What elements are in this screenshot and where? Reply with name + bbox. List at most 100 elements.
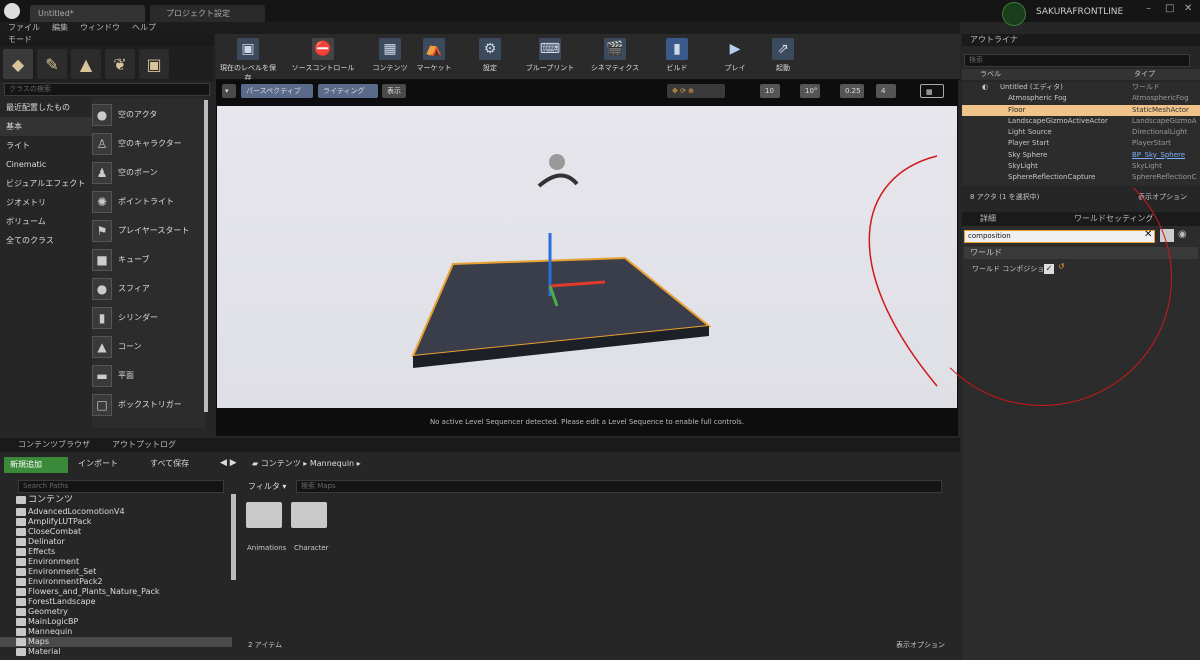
minimize-button[interactable]: –: [1146, 3, 1151, 14]
menu-edit[interactable]: 編集: [52, 22, 68, 34]
category-cinematic[interactable]: Cinematic: [0, 155, 92, 174]
class-search-input[interactable]: クラスの検索: [4, 83, 210, 96]
build-button[interactable]: ▮ ビルド: [662, 36, 692, 78]
tree-folder[interactable]: EnvironmentPack2: [0, 577, 232, 587]
save-level-button[interactable]: ▣ 現在のレベルを保存: [220, 36, 276, 82]
tree-folder[interactable]: CloseCombat: [0, 527, 232, 537]
tree-folder[interactable]: ForestLandscape: [0, 597, 232, 607]
perspective-button[interactable]: パースペクティブ: [241, 84, 313, 98]
breadcrumb-content[interactable]: コンテンツ: [261, 459, 301, 468]
category-volumes[interactable]: ボリューム: [0, 212, 92, 231]
landscape-mode-icon[interactable]: ▲: [71, 49, 101, 79]
paint-mode-icon[interactable]: ✎: [37, 49, 67, 79]
search-paths-input[interactable]: Search Paths: [18, 480, 224, 493]
angle-snap-value[interactable]: 10°: [800, 84, 820, 98]
place-scrollbar[interactable]: [204, 100, 208, 412]
place-item[interactable]: ♙ 空のキャラクター: [92, 129, 204, 158]
lighting-button[interactable]: ライティング: [318, 84, 378, 98]
category-basic[interactable]: 基本: [0, 117, 92, 136]
menu-help[interactable]: ヘルプ: [132, 22, 156, 34]
tree-folder-selected[interactable]: Maps: [0, 637, 232, 647]
category-geometry[interactable]: ジオメトリ: [0, 193, 92, 212]
camera-speed-value[interactable]: 4: [876, 84, 896, 98]
marketplace-button[interactable]: ⛺ マーケット: [414, 36, 454, 78]
nav-arrows[interactable]: ◀ ▶: [220, 458, 237, 468]
tab-content-browser[interactable]: コンテンツブラウザ: [18, 438, 90, 452]
outliner-row[interactable]: Atmospheric Fog AtmosphericFog: [962, 93, 1200, 104]
tab-output-log[interactable]: アウトプットログ: [112, 438, 176, 452]
place-item[interactable]: ✺ ポイントライト: [92, 187, 204, 216]
place-item[interactable]: ■ キューブ: [92, 245, 204, 274]
tree-folder[interactable]: AmplifyLUTPack: [0, 517, 232, 527]
asset-folder[interactable]: [291, 502, 327, 528]
show-button[interactable]: 表示: [382, 84, 406, 98]
grid-snap-value[interactable]: 10: [760, 84, 780, 98]
directional-light-icon: [537, 173, 579, 188]
place-item[interactable]: ♟ 空のポーン: [92, 158, 204, 187]
menu-file[interactable]: ファイル: [8, 22, 40, 34]
breadcrumb-mannequin[interactable]: Mannequin: [310, 459, 354, 468]
scale-snap-value[interactable]: 0.25: [840, 84, 864, 98]
outliner-row-selected[interactable]: Floor StaticMeshActor: [962, 104, 1200, 116]
close-button[interactable]: ✕: [1184, 3, 1192, 14]
add-new-button[interactable]: 新規追加: [4, 457, 68, 473]
play-button[interactable]: ▶ プレイ: [720, 36, 750, 78]
tree-folder[interactable]: Geometry: [0, 607, 232, 617]
place-item[interactable]: ⚑ プレイヤースタート: [92, 216, 204, 245]
ue-logo-icon[interactable]: [4, 3, 20, 19]
tree-folder[interactable]: Environment_Set: [0, 567, 232, 577]
tree-root[interactable]: コンテンツ: [0, 495, 232, 507]
filter-button[interactable]: フィルタ ▾: [248, 481, 286, 492]
transform-tools[interactable]: ✥ ⟳ ⊕: [667, 84, 725, 98]
tree-folder[interactable]: Material: [0, 647, 232, 657]
tree-folder[interactable]: AdvancedLocomotionV4: [0, 507, 232, 517]
import-button[interactable]: インポート: [78, 458, 118, 469]
tree-folder[interactable]: MainLogicBP: [0, 617, 232, 627]
view-options-eye-icon[interactable]: ◉: [1178, 229, 1187, 240]
source-control-button[interactable]: ⛔ ソースコントロール: [288, 36, 358, 78]
place-item[interactable]: □ ボックストリガー: [92, 390, 204, 419]
tab-untitled[interactable]: Untitled*: [30, 5, 145, 22]
content-view-options[interactable]: 表示オプション: [896, 640, 945, 650]
outliner-row[interactable]: LandscapeGizmoActiveActor LandscapeGizmoA: [962, 116, 1200, 127]
place-item[interactable]: ● 空のアクタ: [92, 100, 204, 129]
save-all-button[interactable]: すべて保存: [150, 458, 189, 469]
tree-folder-label: Mannequin: [28, 627, 73, 636]
cube-icon: ■: [92, 248, 112, 271]
menu-window[interactable]: ウィンドウ: [80, 22, 120, 34]
category-recent[interactable]: 最近配置したもの: [0, 98, 92, 117]
tab-project-settings[interactable]: プロジェクト設定: [150, 5, 265, 22]
content-button[interactable]: ▦ コンテンツ: [372, 36, 408, 78]
asset-search-input[interactable]: 検索 Maps: [296, 480, 942, 493]
category-all-classes[interactable]: 全てのクラス: [0, 231, 92, 250]
place-item[interactable]: ▬ 平面: [92, 361, 204, 390]
place-mode-icon[interactable]: ◆: [3, 49, 33, 79]
tree-folder[interactable]: Environment: [0, 557, 232, 567]
tree-scrollbar[interactable]: [231, 494, 236, 580]
launch-button[interactable]: ⇗ 起動: [768, 36, 798, 78]
column-type[interactable]: タイプ: [1134, 69, 1155, 80]
column-label[interactable]: ラベル: [980, 69, 1001, 80]
settings-button[interactable]: ⚙ 設定: [472, 36, 508, 78]
foliage-mode-icon[interactable]: ❦: [105, 49, 135, 79]
layout-button[interactable]: ▦: [920, 84, 944, 98]
outliner-search-input[interactable]: 検索: [964, 54, 1190, 67]
tree-folder[interactable]: Mannequin: [0, 627, 232, 637]
viewport-menu-button[interactable]: ▾: [222, 84, 236, 98]
outliner-row[interactable]: Light Source DirectionalLight: [962, 127, 1200, 138]
category-lights[interactable]: ライト: [0, 136, 92, 155]
outliner-row[interactable]: ◐ Untitled (エディタ) ワールド: [962, 82, 1200, 93]
geometry-mode-icon[interactable]: ▣: [139, 49, 169, 79]
tree-folder[interactable]: Effects: [0, 547, 232, 557]
category-visual-effects[interactable]: ビジュアルエフェクト: [0, 174, 92, 193]
outliner-row[interactable]: Player Start PlayerStart: [962, 138, 1200, 149]
place-item[interactable]: ▮ シリンダー: [92, 303, 204, 332]
maximize-button[interactable]: □: [1165, 3, 1174, 14]
asset-folder[interactable]: [246, 502, 282, 528]
tree-folder[interactable]: Delinator: [0, 537, 232, 547]
cinematics-button[interactable]: 🎬 シネマティクス: [588, 36, 642, 78]
place-item[interactable]: ● スフィア: [92, 274, 204, 303]
tree-folder[interactable]: Flowers_and_Plants_Nature_Pack: [0, 587, 232, 597]
place-item[interactable]: ▲ コーン: [92, 332, 204, 361]
blueprints-button[interactable]: ⌨ ブループリント: [522, 36, 578, 78]
